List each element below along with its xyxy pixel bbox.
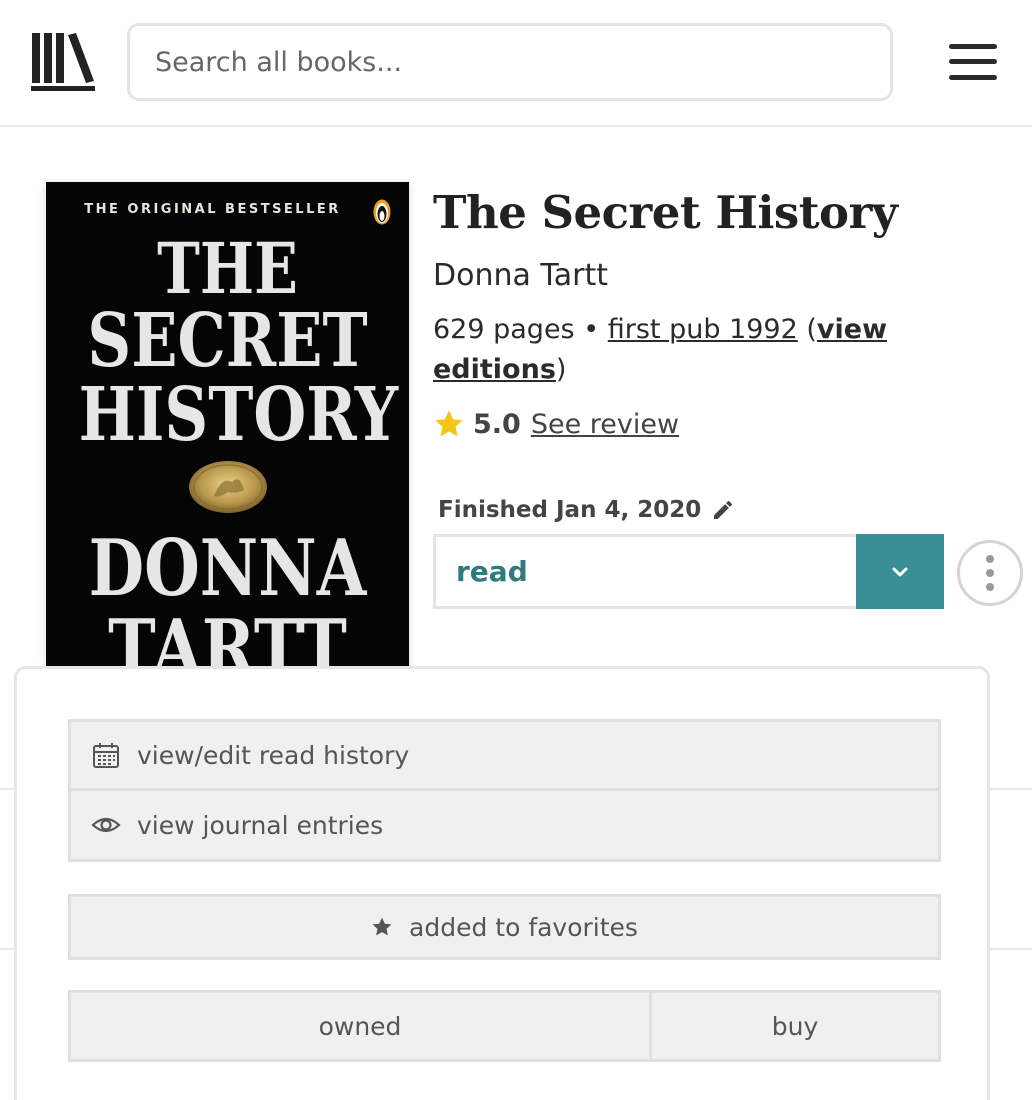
search-input[interactable]	[130, 26, 890, 98]
hamburger-menu-icon[interactable]	[947, 40, 999, 84]
buy-label: buy	[771, 1011, 819, 1041]
cover-title-line: SECRET	[87, 298, 368, 384]
book-author[interactable]: Donna Tartt	[433, 258, 608, 293]
see-review-link[interactable]: See review	[531, 409, 679, 440]
status-dropdown-button[interactable]	[856, 534, 944, 609]
cover-author-line: DONNA	[88, 523, 367, 614]
book-title: The Secret History	[433, 186, 898, 239]
finished-label: Finished Jan 4, 2020	[438, 497, 702, 523]
cover-author-line: TARTT	[108, 603, 347, 667]
book-meta: 629 pages • first pub 1992 (view edition…	[433, 310, 903, 390]
search-box[interactable]	[127, 23, 893, 101]
reading-status-select[interactable]: read	[433, 534, 944, 609]
reading-status-value[interactable]: read	[436, 537, 856, 606]
calendar-icon	[93, 743, 119, 768]
more-options-button[interactable]	[957, 540, 1023, 606]
chevron-down-icon	[892, 567, 908, 576]
favorites-label: added to favorites	[409, 912, 638, 942]
book-options-popup: view/edit read history view journal entr…	[14, 666, 990, 1100]
cover-title-line: THE	[157, 227, 298, 310]
star-icon	[372, 917, 392, 936]
owned-button[interactable]: owned	[68, 990, 652, 1062]
close-paren: )	[555, 354, 567, 385]
separator: •	[583, 314, 600, 345]
rating-row: 5.0 See review	[433, 404, 679, 444]
buy-button[interactable]: buy	[649, 990, 941, 1062]
rating-value: 5.0	[473, 408, 521, 440]
read-history-label: view/edit read history	[137, 740, 410, 770]
dot-icon	[986, 583, 994, 591]
read-history-button[interactable]: view/edit read history	[68, 719, 941, 791]
favorites-button[interactable]: added to favorites	[68, 894, 941, 960]
finished-date[interactable]: Finished Jan 4, 2020	[438, 494, 735, 526]
page-count: 629 pages	[433, 314, 575, 345]
dot-icon	[986, 555, 994, 563]
open-paren: (	[806, 314, 817, 345]
top-header	[0, 0, 1032, 127]
penguin-icon	[373, 199, 391, 225]
library-books-icon[interactable]	[30, 31, 96, 93]
cover-tagline: THE ORIGINAL BESTSELLER	[84, 202, 341, 217]
star-icon	[435, 410, 463, 437]
cover-title-line: HISTORY	[78, 372, 399, 458]
journal-entries-label: view journal entries	[137, 810, 384, 840]
medallion-image	[189, 461, 267, 513]
eye-icon	[91, 817, 121, 833]
first-pub-link[interactable]: first pub 1992	[608, 314, 798, 345]
book-cover[interactable]: THE ORIGINAL BESTSELLER THE SECRET HISTO…	[46, 182, 409, 666]
journal-entries-button[interactable]: view journal entries	[68, 788, 941, 862]
dot-icon	[986, 569, 994, 577]
pencil-icon[interactable]	[711, 498, 735, 522]
owned-label: owned	[318, 1011, 402, 1041]
